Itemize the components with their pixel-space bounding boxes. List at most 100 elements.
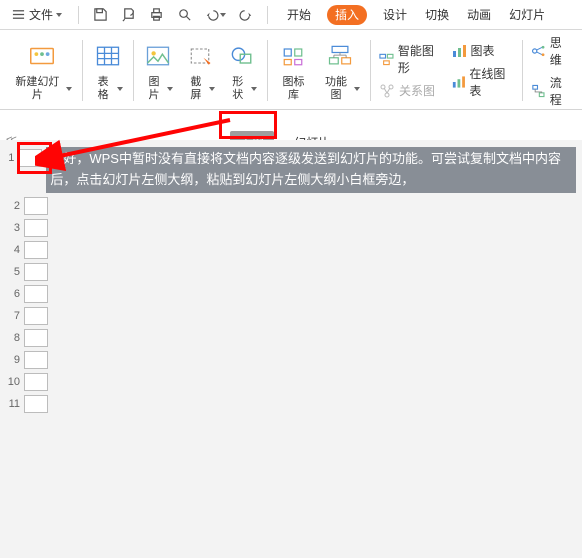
new-slide-icon xyxy=(26,40,58,72)
outline-row[interactable]: 2 xyxy=(0,194,582,216)
shapes-icon xyxy=(226,40,258,72)
outline-row[interactable]: 10 xyxy=(0,370,582,392)
separator xyxy=(522,40,523,101)
tab-design[interactable]: 设计 xyxy=(381,0,409,30)
tab-slideshow[interactable]: 幻灯片 xyxy=(507,0,547,30)
caret-down-icon xyxy=(354,87,360,91)
separator xyxy=(267,40,268,101)
outline-row[interactable]: 3 xyxy=(0,216,582,238)
slide-number: 10 xyxy=(6,371,20,388)
slide-number: 4 xyxy=(6,239,20,256)
tab-transition[interactable]: 切换 xyxy=(423,0,451,30)
separator xyxy=(82,40,83,101)
chart-label: 图表 xyxy=(471,42,495,59)
iconlib-button[interactable]: 图标库 xyxy=(272,32,315,109)
separator xyxy=(267,6,268,24)
outline-row[interactable]: 5 xyxy=(0,260,582,282)
chart-group: 智能图形 关系图 xyxy=(375,32,447,109)
flowchart-label: 流程 xyxy=(550,74,572,108)
slide-number: 9 xyxy=(6,349,20,366)
caret-down-icon xyxy=(251,87,257,91)
outline-row[interactable]: 6 xyxy=(0,282,582,304)
slide-number: 8 xyxy=(6,327,20,344)
ribbon-tabs: 开始 插入 设计 切换 动画 幻灯片 xyxy=(285,0,547,30)
screenshot-icon xyxy=(184,40,216,72)
caret-down-icon xyxy=(66,87,72,91)
hamburger-icon xyxy=(12,8,27,21)
slide-number: 6 xyxy=(6,283,20,300)
screenshot-button[interactable]: 截屏 xyxy=(179,32,221,109)
table-icon xyxy=(92,40,124,72)
slide-number: 7 xyxy=(6,305,20,322)
picture-icon xyxy=(142,40,174,72)
slide-thumb-icon[interactable] xyxy=(24,285,48,303)
online-chart-label: 在线图表 xyxy=(469,65,514,99)
table-button[interactable]: 表格 xyxy=(87,32,129,109)
slide-thumb-icon[interactable] xyxy=(24,263,48,281)
print-preview-button[interactable] xyxy=(118,5,138,25)
file-label: 文件 xyxy=(29,6,53,23)
outline-row[interactable]: 11 xyxy=(0,392,582,414)
outline-panel: 1 您好，WPS中暂时没有直接将文档内容逐级发送到幻灯片的功能。可尝试复制文档中内… xyxy=(0,140,582,558)
outline-row[interactable]: 1 您好，WPS中暂时没有直接将文档内容逐级发送到幻灯片的功能。可尝试复制文档中内… xyxy=(0,146,582,194)
slide-thumb-icon[interactable] xyxy=(24,307,48,325)
slide-thumb-icon[interactable] xyxy=(24,219,48,237)
highlight-box xyxy=(219,111,277,139)
tab-insert[interactable]: 插入 xyxy=(327,5,367,25)
outline-row[interactable]: 9 xyxy=(0,348,582,370)
outline-text[interactable]: 您好，WPS中暂时没有直接将文档内容逐级发送到幻灯片的功能。可尝试复制文档中内容… xyxy=(46,147,576,193)
slide-thumb-icon[interactable] xyxy=(24,197,48,215)
flowchart-button[interactable]: 流程 xyxy=(531,74,572,108)
separator xyxy=(78,6,79,24)
iconlib-label: 图标库 xyxy=(278,76,309,100)
smart-shape-icon xyxy=(324,40,356,72)
separator xyxy=(370,40,371,101)
caret-down-icon xyxy=(209,87,215,91)
caret-down-icon xyxy=(220,13,226,17)
new-slide-button[interactable]: 新建幻灯片 xyxy=(6,32,78,109)
picture-label: 图片 xyxy=(144,76,165,100)
file-menu[interactable]: 文件 xyxy=(7,6,67,23)
new-slide-label: 新建幻灯片 xyxy=(12,76,63,100)
chart-group-2: 图表 在线图表 xyxy=(447,32,519,109)
ribbon: 新建幻灯片 表格 图片 截屏 形状 图标库 xyxy=(0,30,582,110)
outline-row[interactable]: 8 xyxy=(0,326,582,348)
mindmap-label: 思维 xyxy=(550,34,572,68)
mind-group: 思维 流程 xyxy=(527,32,576,109)
caret-down-icon xyxy=(167,87,173,91)
separator xyxy=(133,40,134,101)
smart-shape-label: 功能图 xyxy=(321,76,351,100)
find-button[interactable] xyxy=(174,5,194,25)
slide-number: 1 xyxy=(6,147,14,164)
slide-number: 3 xyxy=(6,217,20,234)
print-button[interactable] xyxy=(146,5,166,25)
outline-row[interactable]: 7 xyxy=(0,304,582,326)
outline-row[interactable]: 4 xyxy=(0,238,582,260)
tab-start[interactable]: 开始 xyxy=(285,0,313,30)
shapes-button[interactable]: 形状 xyxy=(221,32,263,109)
picture-button[interactable]: 图片 xyxy=(138,32,180,109)
tab-animation[interactable]: 动画 xyxy=(465,0,493,30)
slide-thumb-icon[interactable] xyxy=(24,351,48,369)
screenshot-label: 截屏 xyxy=(185,76,206,100)
chart-button[interactable]: 图表 xyxy=(451,42,515,59)
slide-thumb-icon[interactable] xyxy=(24,241,48,259)
slide-thumb-icon[interactable] xyxy=(24,329,48,347)
redo-button[interactable] xyxy=(236,5,256,25)
slide-thumb-icon[interactable] xyxy=(24,373,48,391)
smartart-label: 智能图形 xyxy=(398,42,443,76)
save-button[interactable] xyxy=(90,5,110,25)
relation-chart-button[interactable]: 关系图 xyxy=(379,82,443,99)
undo-button[interactable] xyxy=(202,5,228,25)
title-bar: 文件 开始 插入 设计 切换 动画 幻灯片 xyxy=(0,0,582,30)
slide-number: 11 xyxy=(6,393,20,410)
caret-down-icon xyxy=(117,87,123,91)
iconlib-icon xyxy=(277,40,309,72)
slide-number: 5 xyxy=(6,261,20,278)
smart-shape-button[interactable]: 功能图 xyxy=(315,32,366,109)
highlight-box xyxy=(17,142,52,174)
slide-thumb-icon[interactable] xyxy=(24,395,48,413)
online-chart-button[interactable]: 在线图表 xyxy=(451,65,515,99)
mindmap-button[interactable]: 思维 xyxy=(531,34,572,68)
smartart-button[interactable]: 智能图形 xyxy=(379,42,443,76)
